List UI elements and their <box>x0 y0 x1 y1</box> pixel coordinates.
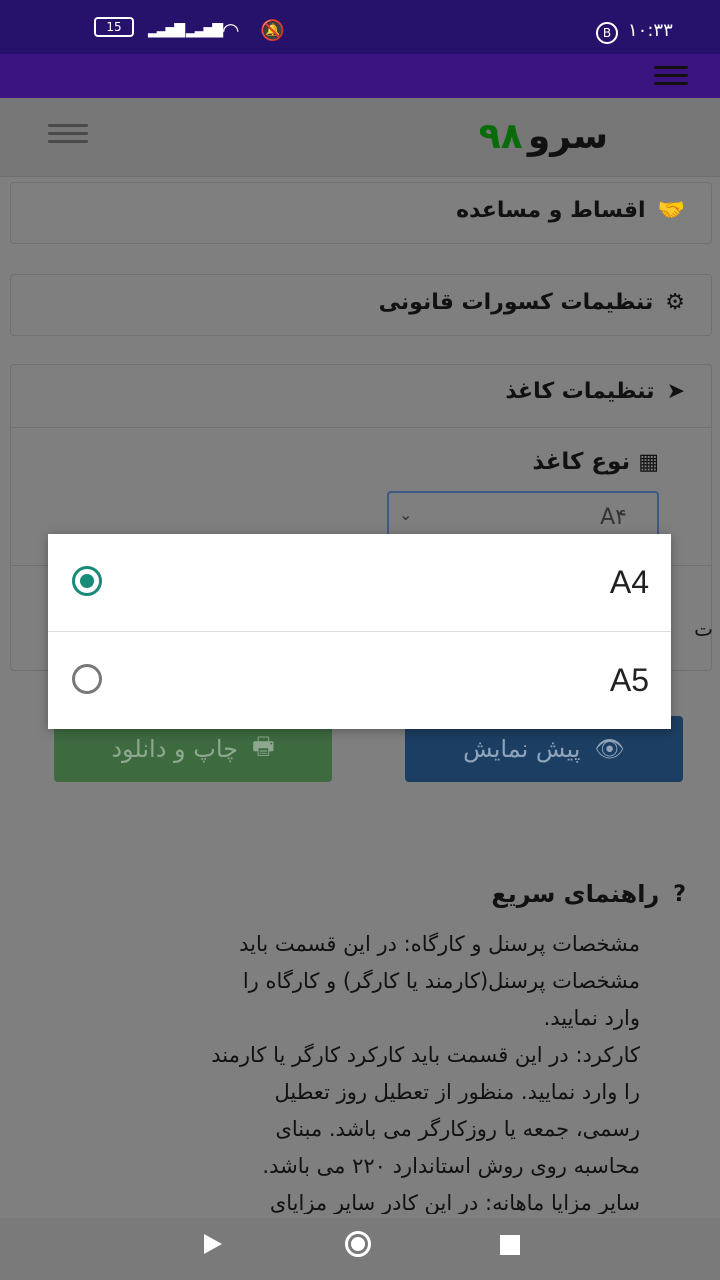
list-item-line: مشخصات پرسنل(کارمند یا کارگر) و کارگاه ر… <box>242 969 640 993</box>
list-item: •مشخصات پرسنل و کارگاه: در این قسمت باید <box>239 932 640 956</box>
installments-section[interactable]: 🤝 اقساط و مساعده <box>10 182 712 244</box>
installments-title: اقساط و مساعده <box>456 198 646 223</box>
list-item-line: رسمی، جمعه یا روزکارگر می باشد. مبنای <box>275 1117 640 1141</box>
list-item-line: محاسبه روی روش استاندارد ۲۲۰ می باشد. <box>262 1154 640 1178</box>
quick-guide-heading: ? راهنمای سریع <box>491 880 686 908</box>
list-item: •کارکرد: در این قسمت باید کارکرد کارگر ی… <box>211 1043 640 1067</box>
app-menu-icon[interactable] <box>654 66 688 90</box>
printer-icon: 🖶 <box>252 731 275 760</box>
preview-label: پیش نمایش <box>463 735 581 763</box>
chevron-down-icon: ⌄ <box>399 505 413 524</box>
paper-size-dialog: A4 A5 <box>48 534 671 729</box>
app-bar <box>0 54 720 98</box>
handshake-icon: 🤝 <box>657 198 685 223</box>
system-nav-bar <box>0 1218 720 1280</box>
legal-deductions-title: تنظیمات کسورات قانونی <box>378 290 654 315</box>
wifi-icon: ◠ <box>222 18 240 42</box>
signal-icon: ▂▃▅▇ <box>148 22 185 38</box>
list-item: •سایر مزایا ماهانه: در این کادر سایر مزا… <box>269 1191 640 1214</box>
logo-number: ۹۸ <box>478 116 523 157</box>
status-badge: B <box>596 22 618 44</box>
signal-icon-2: ▂▃▅▇ <box>186 22 223 38</box>
battery-level: 15 <box>106 20 122 34</box>
gear-icon: ⚙ <box>665 290 685 315</box>
logo-word: سرو <box>527 116 608 157</box>
eye-icon: 👁 <box>594 735 625 763</box>
partial-text: ت <box>694 617 713 641</box>
radio-unselected-icon[interactable] <box>72 664 102 694</box>
mute-bell-icon: 🔕 <box>260 18 285 42</box>
site-header: سرو ۹۸ <box>0 98 720 177</box>
logo[interactable]: سرو ۹۸ <box>479 116 608 157</box>
radio-selected-icon[interactable] <box>72 566 102 596</box>
paper-plane-icon: ➤ <box>666 379 685 404</box>
option-a4[interactable]: A4 <box>48 534 671 632</box>
question-icon: ? <box>673 881 686 907</box>
back-icon[interactable] <box>204 1234 222 1254</box>
clock: ۱۰:۳۳ <box>628 20 673 41</box>
menu-icon[interactable] <box>48 124 88 148</box>
print-download-label: چاپ و دانلود <box>111 735 238 763</box>
battery-icon: 15 <box>94 17 134 37</box>
recents-icon[interactable] <box>500 1235 520 1255</box>
legal-deductions-section[interactable]: ⚙ تنظیمات کسورات قانونی <box>10 274 712 336</box>
status-bar: 15 ▂▃▅▇ ▂▃▅▇ ◠ 🔕 B ۱۰:۳۳ <box>0 0 720 54</box>
option-a5[interactable]: A5 <box>48 632 671 729</box>
paper-type-value: A۴ <box>600 505 627 530</box>
option-a5-label: A5 <box>609 662 649 698</box>
paper-type-label: نوع کاغذ <box>532 449 631 475</box>
home-icon[interactable] <box>345 1231 371 1257</box>
list-item-line: را وارد نمایید. منظور از تعطیل روز تعطیل <box>274 1080 640 1104</box>
paper-settings-title[interactable]: تنظیمات کاغذ <box>505 379 654 404</box>
quick-guide-list: •مشخصات پرسنل و کارگاه: در این قسمت باید… <box>50 926 640 1214</box>
list-item-line: وارد نمایید. <box>543 1006 640 1030</box>
quick-guide-title: راهنمای سریع <box>491 880 660 908</box>
building-icon: ▦ <box>638 449 659 475</box>
option-a4-label: A4 <box>609 564 649 600</box>
